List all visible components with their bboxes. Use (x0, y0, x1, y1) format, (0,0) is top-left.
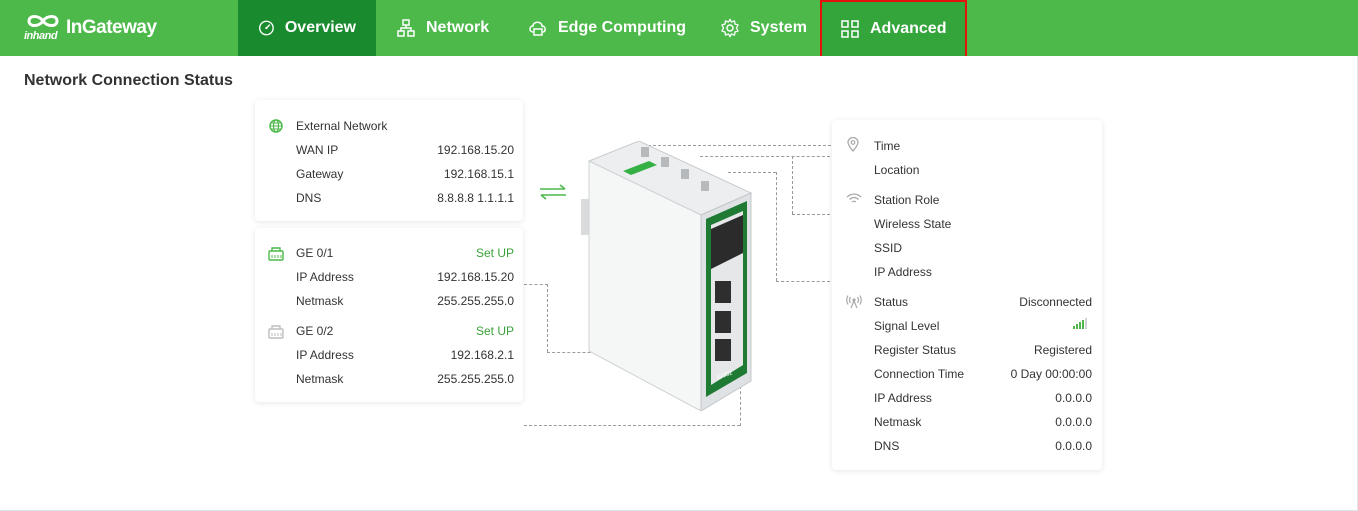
grid-icon (841, 20, 859, 38)
ge01-status: Set UP (475, 246, 514, 260)
main-content: Network Connection Status External Netwo… (0, 56, 1358, 511)
nav-edge-computing[interactable]: Edge Computing (508, 0, 706, 56)
cellular-antenna-icon (846, 295, 862, 309)
ge02-mask-value: 255.255.255.0 (437, 372, 514, 386)
wan-ip-label: WAN IP (296, 143, 339, 157)
inhand-logo-mark: inhand (24, 13, 64, 43)
nav-system-label: System (750, 19, 807, 36)
lan-ports-card: GE 0/1 Set UP IP Address 192.168.15.20 N… (255, 228, 523, 402)
nav-edge-computing-label: Edge Computing (558, 19, 686, 36)
external-network-title: External Network (296, 119, 388, 133)
ge01-mask-label: Netmask (296, 294, 344, 308)
location-label: Location (874, 163, 920, 177)
register-status-value: Registered (1033, 343, 1092, 357)
wireless-cellular-card: Time Location Station Role Wireless Stat… (832, 120, 1102, 470)
nav-overview-label: Overview (284, 19, 356, 36)
cell-status-value: Disconnected (1019, 295, 1092, 309)
ssid-label: SSID (874, 241, 903, 255)
edge-computing-icon (529, 21, 546, 36)
ge01-ip-label: IP Address (296, 270, 354, 284)
connector-line (776, 172, 777, 281)
signal-level-label: Signal Level (874, 319, 940, 333)
external-network-card: External Network WAN IP 192.168.15.20 Ga… (255, 100, 523, 221)
sync-arrows-icon (540, 184, 566, 200)
cell-status-label: Status (874, 295, 909, 309)
cell-ip-label: IP Address (874, 391, 932, 405)
connector-line (792, 156, 793, 214)
register-status-label: Register Status (874, 343, 957, 357)
time-label: Time (874, 139, 901, 153)
nav-advanced-label: Advanced (870, 20, 947, 37)
nav-system[interactable]: System (700, 0, 827, 56)
nav-advanced[interactable]: Advanced (820, 0, 967, 58)
ge02-status: Set UP (475, 324, 514, 338)
dashboard-icon (259, 20, 274, 36)
ge02-mask-label: Netmask (296, 372, 344, 386)
cell-dns-value: 0.0.0.0 (1055, 439, 1092, 453)
wifi-ip-label: IP Address (874, 265, 932, 279)
ge01-name: GE 0/1 (296, 246, 334, 260)
nav-network[interactable]: Network (376, 0, 509, 56)
cell-ip-value: 0.0.0.0 (1055, 391, 1092, 405)
connection-time-label: Connection Time (874, 367, 965, 381)
top-navigation-bar: inhand InGateway Overview Network Edge C… (0, 0, 1358, 58)
wifi-icon (846, 193, 862, 203)
cell-netmask-label: Netmask (874, 415, 922, 429)
dns-value: 8.8.8.8 1.1.1.1 (437, 191, 514, 205)
ge02-name: GE 0/2 (296, 324, 334, 338)
cell-dns-label: DNS (874, 439, 900, 453)
ethernet-port-icon (268, 325, 284, 339)
gear-icon (721, 18, 739, 38)
connector-line (524, 284, 548, 285)
ethernet-port-icon (268, 247, 284, 261)
dns-label: DNS (296, 191, 322, 205)
nav-network-label: Network (426, 19, 490, 36)
connection-time-value: 0 Day 00:00:00 (1010, 367, 1092, 381)
network-icon (397, 19, 415, 37)
gateway-device-image: IG902 (581, 141, 753, 411)
ge02-ip-label: IP Address (296, 348, 354, 362)
wireless-state-label: Wireless State (874, 217, 952, 231)
gateway-value: 192.168.15.1 (443, 167, 514, 181)
connector-line (524, 425, 740, 426)
globe-icon (269, 119, 283, 133)
inhand-logo[interactable]: inhand InGateway (24, 13, 164, 45)
gateway-label: Gateway (296, 167, 344, 181)
connector-line (547, 284, 548, 352)
connector-line (792, 214, 830, 215)
cell-netmask-value: 0.0.0.0 (1055, 415, 1092, 429)
nav-overview[interactable]: Overview (238, 0, 376, 56)
ge02-ip-value: 192.168.2.1 (450, 348, 514, 362)
page-title: Network Connection Status (24, 72, 233, 89)
signal-bars-icon (1073, 318, 1087, 329)
connector-line (776, 281, 830, 282)
ge01-ip-value: 192.168.15.20 (437, 270, 514, 284)
product-name: InGateway (66, 17, 157, 38)
wan-ip-value: 192.168.15.20 (437, 143, 514, 157)
ge01-mask-value: 255.255.255.0 (437, 294, 514, 308)
location-pin-icon (847, 137, 859, 152)
station-role-label: Station Role (874, 193, 940, 207)
brand-small-text: inhand (24, 30, 58, 42)
